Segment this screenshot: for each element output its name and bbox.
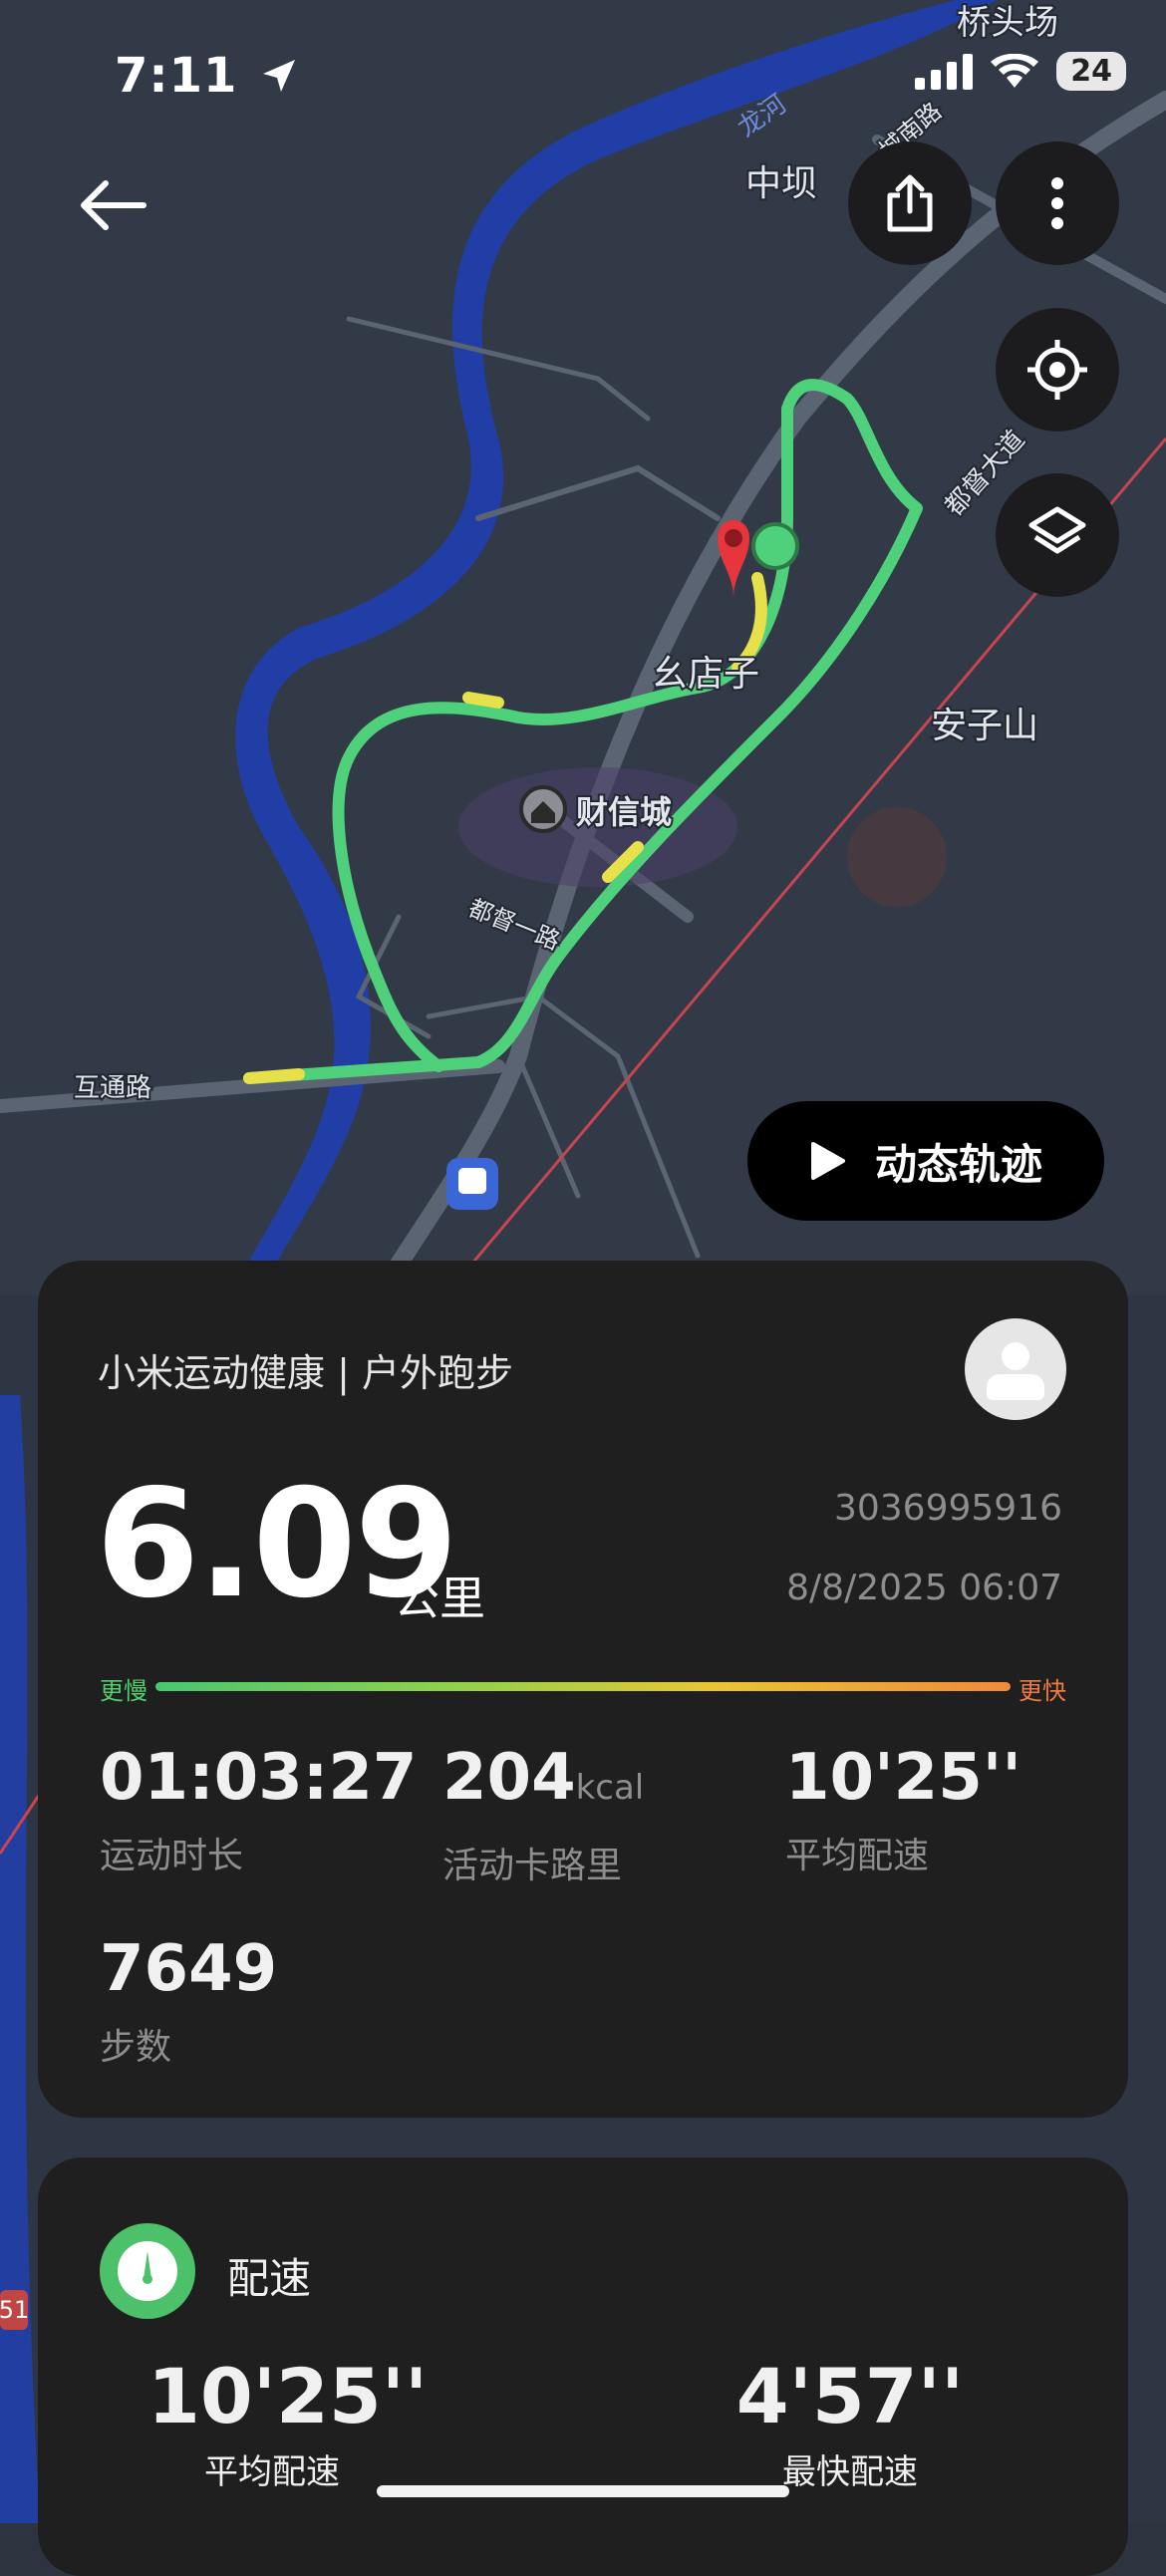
dynamic-track-label: 动态轨迹 bbox=[874, 1139, 1042, 1189]
map-label-anzishan: 安子山 bbox=[931, 706, 1038, 746]
stat-avg-pace: 10'25'' 平均配速 bbox=[785, 1743, 1021, 1878]
status-time-text: 7:11 bbox=[115, 48, 238, 104]
road-badge-text: 51 bbox=[0, 2296, 29, 2324]
record-id: 3036995916 bbox=[833, 1488, 1062, 1529]
play-icon bbox=[810, 1142, 845, 1180]
stat-avg-pace-value: 10'25'' bbox=[785, 1741, 1021, 1815]
stat-duration: 01:03:27 运动时长 bbox=[100, 1743, 417, 1878]
fastest-pace-value: 4'57'' bbox=[735, 2352, 965, 2440]
stat-steps-value: 7649 bbox=[100, 1932, 278, 2006]
stat-steps: 7649 步数 bbox=[100, 1934, 277, 2070]
map-label-caixincheng: 财信城 bbox=[576, 793, 672, 831]
pace-gradient-bar bbox=[155, 1682, 1011, 1691]
avg-pace-label: 平均配速 bbox=[204, 2452, 340, 2492]
back-button[interactable] bbox=[78, 177, 147, 233]
status-time: 7:11 bbox=[115, 48, 299, 104]
stat-calories-value: 204 bbox=[442, 1741, 576, 1815]
location-arrow-icon bbox=[263, 60, 296, 92]
avatar[interactable] bbox=[965, 1318, 1066, 1420]
start-marker bbox=[751, 522, 799, 570]
wifi-icon bbox=[991, 53, 1039, 88]
more-options-button[interactable] bbox=[996, 142, 1119, 265]
avatar-body bbox=[987, 1374, 1044, 1400]
layers-icon bbox=[1028, 506, 1086, 554]
more-vertical-icon bbox=[1051, 177, 1063, 229]
map-label-qiaotouchang: 桥头场 bbox=[957, 3, 1058, 43]
stat-avg-pace-label: 平均配速 bbox=[785, 1836, 930, 1876]
map-label-zhongba: 中坝 bbox=[745, 163, 817, 204]
speedometer-icon bbox=[100, 2223, 195, 2319]
battery-indicator: 24 bbox=[1056, 52, 1126, 91]
stat-duration-label: 运动时长 bbox=[100, 1836, 244, 1876]
fastest-pace-block: 4'57'' 最快配速 bbox=[726, 2357, 975, 2493]
map-layers-button[interactable] bbox=[996, 473, 1119, 597]
status-indicators: 24 bbox=[915, 52, 1126, 91]
locate-button[interactable] bbox=[996, 308, 1119, 431]
pace-card[interactable]: 配速 10'25'' 平均配速 4'57'' 最快配速 bbox=[38, 2157, 1128, 2576]
avatar-head bbox=[1002, 1342, 1029, 1370]
pace-scale-fast: 更快 bbox=[1019, 1677, 1066, 1705]
stat-calories-label: 活动卡路里 bbox=[442, 1846, 623, 1886]
stat-duration-value: 01:03:27 bbox=[100, 1741, 418, 1815]
map-label-hutong-rd: 互通路 bbox=[74, 1073, 151, 1103]
cellular-signal-icon bbox=[915, 53, 974, 90]
stat-calories: 204kcal 活动卡路里 bbox=[442, 1743, 644, 1888]
avg-pace-block: 10'25'' 平均配速 bbox=[147, 2352, 429, 2493]
distance-unit: 公里 bbox=[394, 1572, 485, 1625]
home-indicator[interactable] bbox=[377, 2485, 789, 2497]
stat-calories-unit: kcal bbox=[575, 1768, 645, 1808]
pace-scale-slow: 更慢 bbox=[100, 1677, 147, 1705]
avg-pace-value: 10'25'' bbox=[147, 2352, 429, 2440]
dynamic-track-button[interactable]: 动态轨迹 bbox=[747, 1101, 1104, 1221]
share-icon bbox=[887, 174, 933, 232]
pace-gradient-scale: 更慢 更快 bbox=[100, 1671, 1066, 1705]
crosshair-icon bbox=[1027, 340, 1087, 400]
card-title: 小米运动健康 | 户外跑步 bbox=[98, 1351, 513, 1395]
pace-card-title: 配速 bbox=[227, 2254, 312, 2303]
map-label-yaodianzi: 幺店子 bbox=[652, 654, 759, 695]
arrow-left-icon bbox=[81, 180, 146, 230]
stat-steps-label: 步数 bbox=[100, 2027, 172, 2068]
workout-summary-card: 小米运动健康 | 户外跑步 6.09 公里 3036995916 8/8/202… bbox=[38, 1261, 1128, 2118]
share-button[interactable] bbox=[848, 142, 972, 265]
record-datetime: 8/8/2025 06:07 bbox=[786, 1568, 1062, 1608]
